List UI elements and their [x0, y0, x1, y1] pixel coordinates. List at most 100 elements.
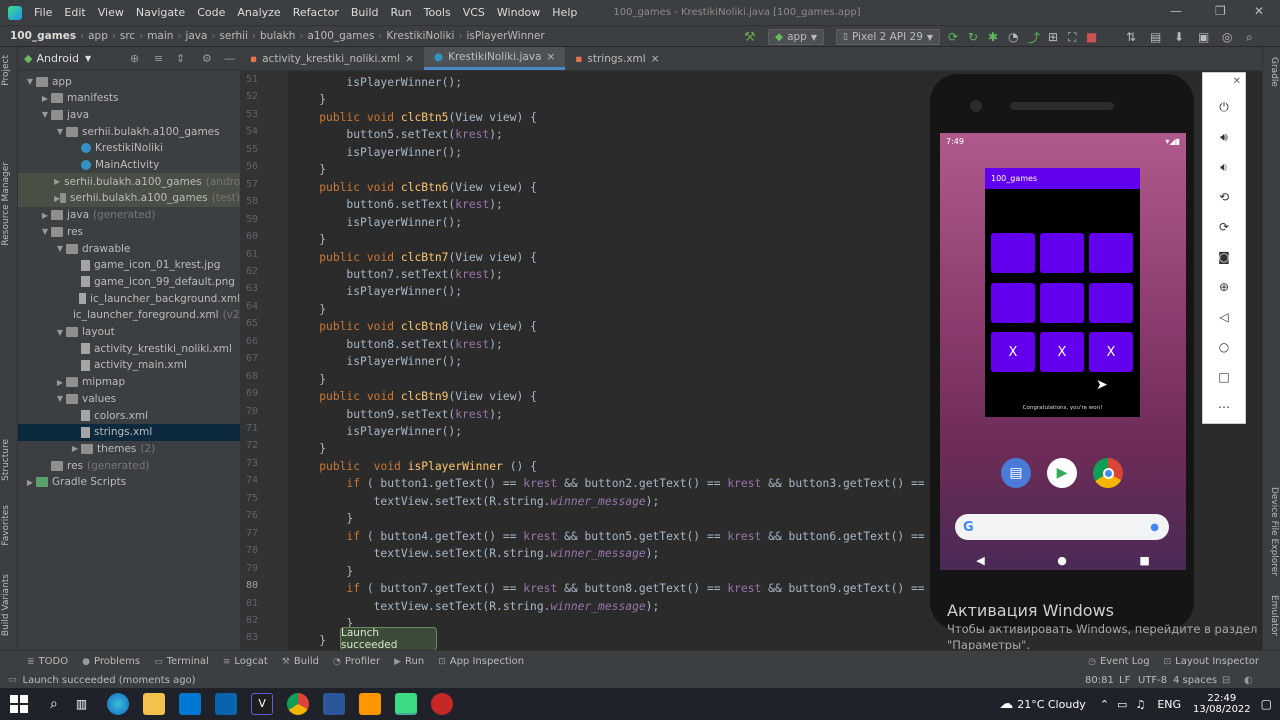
sdk-manager-icon[interactable]: ⬇	[1174, 29, 1184, 45]
back-nav-icon[interactable]: ◀	[976, 554, 984, 567]
tree-item[interactable]: game_icon_99_default.png	[18, 273, 240, 290]
tic-tac-toe-cell[interactable]	[991, 233, 1035, 273]
chrome-app-icon[interactable]	[1093, 458, 1123, 488]
recents-nav-icon[interactable]: ■	[1139, 554, 1149, 567]
messages-app-icon[interactable]: ▤	[1001, 458, 1031, 488]
layout-inspector-tool[interactable]: ⊡ Layout Inspector	[1157, 656, 1266, 667]
chevron-down-icon[interactable]: ▼	[24, 77, 36, 86]
make-project-hammer-icon[interactable]: ⚒	[744, 29, 756, 45]
google-search-bar[interactable]: G ●	[955, 514, 1169, 540]
chevron-right-icon[interactable]: ▶	[24, 478, 36, 487]
close-tab-icon[interactable]: ×	[405, 53, 414, 65]
gradle-tool-tab[interactable]: Gradle	[1269, 57, 1279, 87]
weather-text[interactable]: 21°C Cloudy	[1017, 698, 1086, 711]
menu-window[interactable]: Window	[491, 6, 546, 19]
tic-tac-toe-cell[interactable]: X	[1040, 332, 1084, 372]
memory-icon[interactable]: ◐	[1244, 675, 1253, 686]
status-toggle-icon[interactable]: ▭	[8, 675, 17, 685]
menu-file[interactable]: File	[28, 6, 58, 19]
chevron-down-icon[interactable]: ▼	[85, 54, 91, 63]
close-emulator-icon[interactable]: ✕	[1203, 72, 1245, 90]
tree-item[interactable]: ic_launcher_foreground.xml(v24)	[18, 307, 240, 324]
emulator-tool-tab[interactable]: Emulator	[1269, 595, 1279, 636]
rotate-left-icon[interactable]: ⟲	[1203, 185, 1245, 209]
editor-tab[interactable]: ▪ strings.xml ×	[565, 47, 669, 70]
tic-tac-toe-cell[interactable]	[1089, 283, 1133, 323]
chevron-right-icon[interactable]: ▶	[69, 444, 81, 453]
recorder-icon[interactable]	[431, 693, 454, 715]
tic-tac-toe-cell[interactable]	[1089, 233, 1133, 273]
structure-tool-tab[interactable]: Structure	[1, 439, 11, 481]
tree-item[interactable]: MainActivity	[18, 157, 240, 174]
home-icon[interactable]: ○	[1203, 335, 1245, 359]
editor-tab[interactable]: ▪ activity_krestiki_noliki.xml ×	[240, 47, 424, 70]
menu-refactor[interactable]: Refactor	[287, 6, 345, 19]
android-studio-taskbar-icon[interactable]	[395, 693, 418, 715]
attach-debugger-icon[interactable]: ⤴	[1028, 29, 1040, 45]
debug-icon[interactable]: ✱	[988, 29, 998, 45]
locate-icon[interactable]: ⊕	[130, 52, 139, 65]
vegas-app-icon[interactable]: V	[251, 693, 274, 715]
editor-tab[interactable]: ● KrestikiNoliki.java ×	[423, 47, 566, 70]
tree-item[interactable]: ▼ java	[18, 106, 240, 123]
caret-position[interactable]: 80:81	[1085, 675, 1114, 686]
menu-navigate[interactable]: Navigate	[130, 6, 191, 19]
chevron-down-icon[interactable]: ▼	[39, 227, 51, 236]
volume-up-icon[interactable]: 🔊︎	[1203, 125, 1245, 149]
chevron-right-icon[interactable]: ▶	[39, 211, 51, 220]
hide-panel-icon[interactable]: —	[224, 52, 235, 65]
event-log-tool[interactable]: ◷ Event Log	[1081, 656, 1157, 667]
tree-item[interactable]: ▼ values	[18, 390, 240, 407]
tic-tac-toe-cell[interactable]: X	[1089, 332, 1133, 372]
profile-icon[interactable]: ◔	[1008, 29, 1018, 45]
favorites-tool-tab[interactable]: Favorites	[1, 505, 11, 546]
tree-item[interactable]: ▼ serhii.bulakh.a100_games	[18, 123, 240, 140]
sublime-icon[interactable]	[359, 693, 382, 715]
coverage-icon[interactable]: ⛶	[1068, 29, 1076, 45]
tree-item[interactable]: ▶ themes (2)	[18, 440, 240, 457]
input-language[interactable]: ENG	[1157, 698, 1181, 711]
search-icon[interactable]: ⌕	[50, 696, 58, 712]
menu-analyze[interactable]: Analyze	[231, 6, 286, 19]
chevron-right-icon[interactable]: ▶	[39, 94, 51, 103]
chevron-down-icon[interactable]: ▼	[54, 244, 66, 253]
assistant-icon[interactable]: ●	[1150, 522, 1159, 533]
chevron-down-icon[interactable]: ▼	[39, 110, 51, 119]
tic-tac-toe-cell[interactable]	[991, 283, 1035, 323]
close-tab-icon[interactable]: ×	[546, 51, 555, 63]
rerun-icon[interactable]: ↻	[968, 29, 978, 45]
menu-build[interactable]: Build	[345, 6, 385, 19]
tool-terminal[interactable]: ▭ Terminal	[147, 656, 216, 667]
breadcrumb-item[interactable]: 100_games	[6, 30, 80, 42]
close-tab-icon[interactable]: ×	[651, 53, 660, 65]
chevron-right-icon[interactable]: ▶	[54, 177, 60, 186]
line-separator[interactable]: LF	[1119, 675, 1130, 686]
tool-profiler[interactable]: ◔ Profiler	[326, 656, 387, 667]
tree-item[interactable]: colors.xml	[18, 407, 240, 424]
word-icon[interactable]	[323, 693, 346, 715]
tic-tac-toe-cell[interactable]	[1040, 283, 1084, 323]
network-icon[interactable]: ▭	[1117, 698, 1127, 711]
sync-gradle-icon[interactable]: ⇅	[1126, 29, 1136, 45]
tic-tac-toe-cell[interactable]: X	[991, 332, 1035, 372]
volume-down-icon[interactable]: 🔉︎	[1203, 155, 1245, 179]
rotate-right-icon[interactable]: ⟳	[1203, 215, 1245, 239]
tree-item[interactable]: ▶ serhii.bulakh.a100_games (test)	[18, 189, 240, 207]
camera-icon[interactable]: ◙	[1203, 245, 1245, 269]
tree-item[interactable]: game_icon_01_krest.jpg	[18, 257, 240, 274]
menu-tools[interactable]: Tools	[418, 6, 457, 19]
project-tool-tab[interactable]: Project	[1, 55, 11, 86]
tree-item[interactable]: ic_launcher_background.xml	[18, 290, 240, 307]
avd-manager-icon[interactable]: ▤	[1150, 29, 1161, 45]
tray-overflow-icon[interactable]: ⌃	[1100, 698, 1109, 711]
back-icon[interactable]: ◁	[1203, 305, 1245, 329]
tree-item[interactable]: ▼ layout	[18, 324, 240, 341]
tree-item[interactable]: ▶ java (generated)	[18, 207, 240, 224]
menu-code[interactable]: Code	[191, 6, 231, 19]
tree-item[interactable]: strings.xml	[18, 423, 240, 441]
more-icon[interactable]: ⋯	[1203, 395, 1245, 419]
breadcrumb-item[interactable]: app	[84, 30, 112, 42]
task-view-icon[interactable]: ▥	[76, 697, 87, 711]
tree-item[interactable]: activity_krestiki_noliki.xml	[18, 340, 240, 357]
mail-icon[interactable]	[215, 693, 238, 715]
